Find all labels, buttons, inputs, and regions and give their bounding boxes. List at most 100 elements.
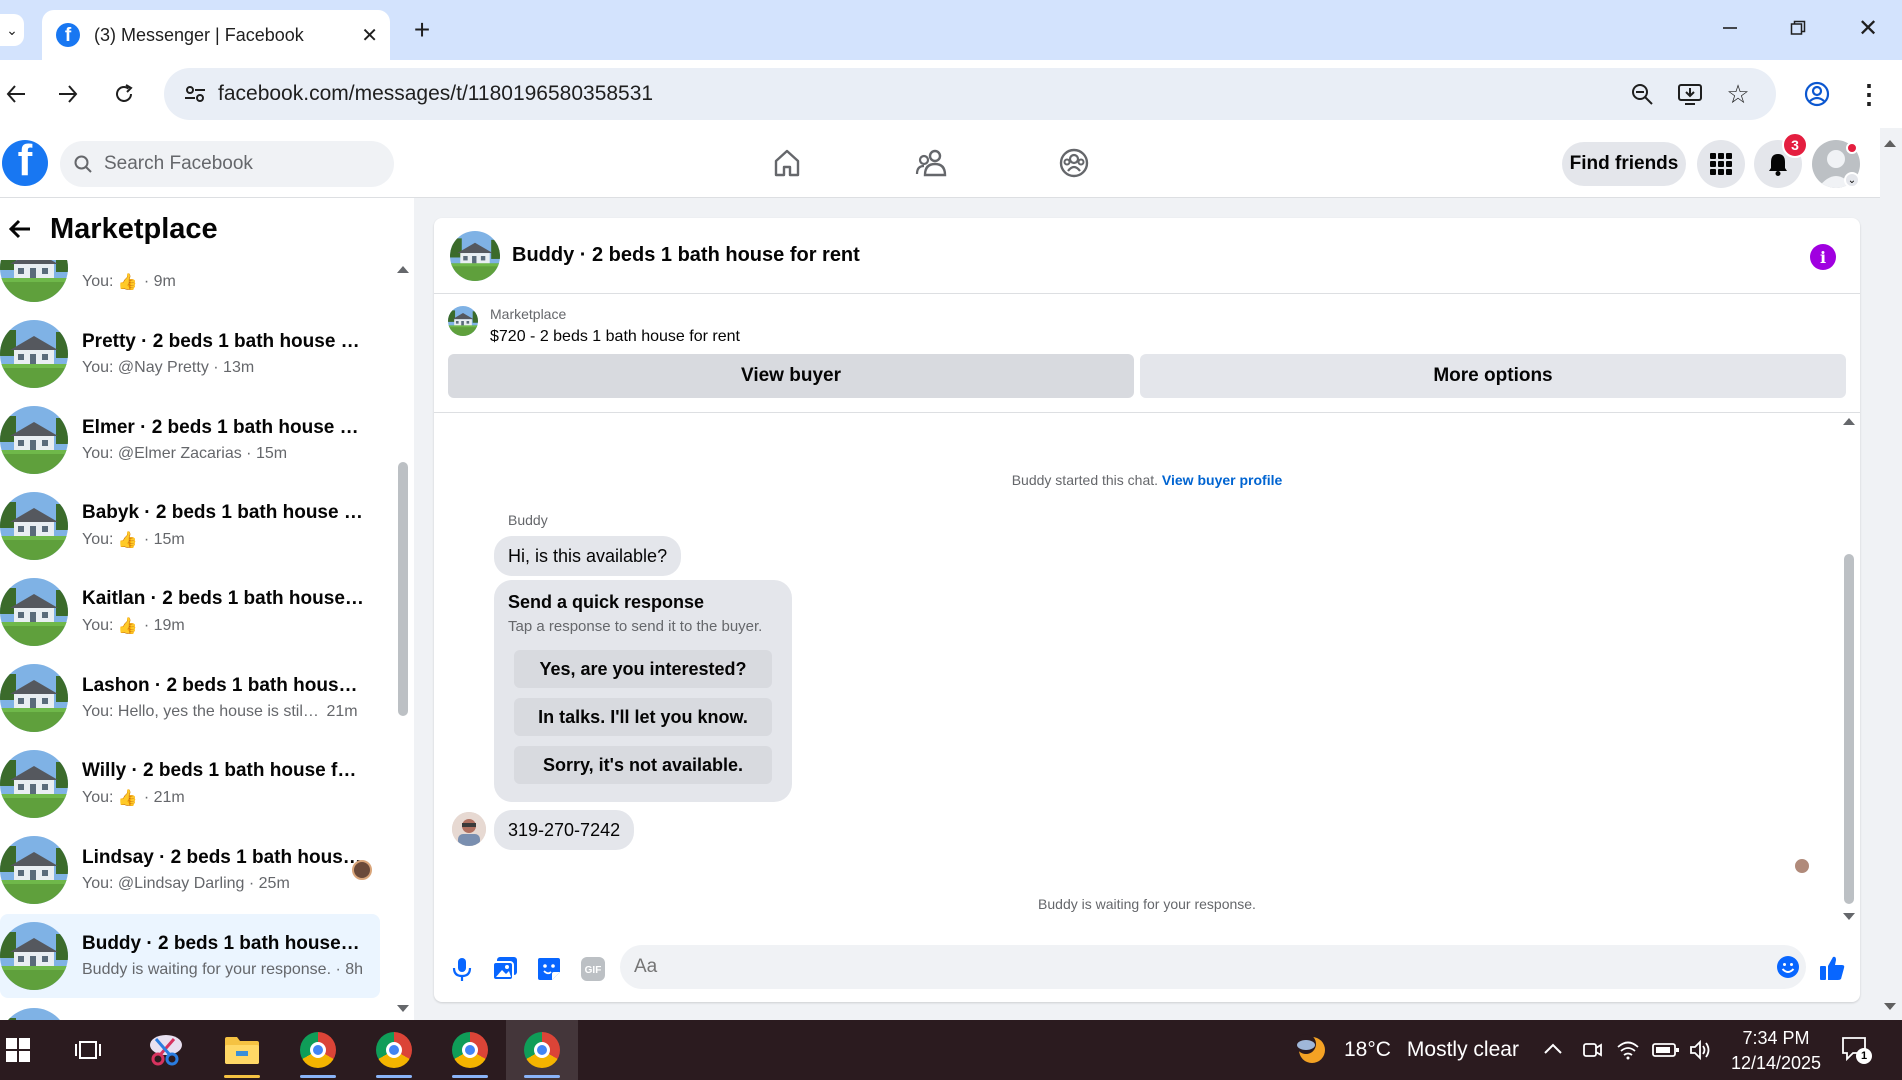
- chat-listing-avatar[interactable]: [450, 230, 500, 281]
- chat-title[interactable]: Buddy · 2 beds 1 bath house for rent: [512, 244, 860, 267]
- gif-icon[interactable]: GIF: [580, 956, 606, 982]
- list-scroll-up-icon[interactable]: [396, 262, 410, 274]
- tab-search-chevron-icon[interactable]: ⌄: [0, 14, 24, 46]
- conversation-kaitlan[interactable]: Kaitlan · 2 beds 1 bath house fo... You:…: [0, 570, 380, 654]
- chrome-app-profile-3[interactable]: [506, 1020, 578, 1080]
- browser-tab[interactable]: f (3) Messenger | Facebook ✕: [42, 10, 390, 60]
- bookmark-star-icon[interactable]: ☆: [1724, 79, 1752, 109]
- sticker-icon[interactable]: [536, 956, 562, 982]
- notification-center-button[interactable]: 1: [1840, 1034, 1872, 1066]
- conversation-name: Lindsay · 2 beds 1 bath house...: [82, 847, 364, 868]
- forward-icon[interactable]: [52, 76, 84, 112]
- show-hidden-icons-chevron-icon[interactable]: [1542, 1038, 1566, 1062]
- notification-badge: 3: [1782, 132, 1808, 158]
- file-explorer-app[interactable]: [210, 1020, 274, 1080]
- meet-now-icon[interactable]: [1580, 1038, 1604, 1062]
- page-scroll-down-icon[interactable]: [1882, 1000, 1898, 1012]
- chrome-icon: [452, 1032, 488, 1068]
- snipping-tool-app[interactable]: [134, 1020, 198, 1080]
- site-info-icon[interactable]: [182, 81, 208, 107]
- battery-icon[interactable]: [1652, 1038, 1680, 1062]
- close-window-icon[interactable]: ✕: [1850, 10, 1886, 46]
- chrome-menu-icon[interactable]: ⋮: [1852, 76, 1886, 112]
- info-icon[interactable]: i: [1810, 244, 1836, 270]
- menu-grid-button[interactable]: [1697, 140, 1745, 188]
- task-view-button[interactable]: [58, 1020, 118, 1080]
- conversation-lashon[interactable]: Lashon · 2 beds 1 bath house fo... You: …: [0, 656, 380, 740]
- listing-thumbnail: [0, 492, 68, 560]
- conversation-partial[interactable]: [0, 1000, 380, 1020]
- home-nav-icon[interactable]: [768, 144, 806, 182]
- chat-scrollbar[interactable]: [1844, 554, 1854, 904]
- conversation-elmer[interactable]: Elmer · 2 beds 1 bath house for ... You:…: [0, 398, 380, 482]
- conversation-buddy[interactable]: Buddy · 2 beds 1 bath house for... Buddy…: [0, 914, 380, 998]
- conversation-list-scrollbar[interactable]: [398, 462, 408, 716]
- chat-scroll-down-icon[interactable]: [1842, 910, 1856, 922]
- listing-summary[interactable]: Marketplace $720 - 2 beds 1 bath house f…: [448, 306, 740, 345]
- conversation-preview: You: @Nay Pretty: [82, 359, 209, 376]
- chat-started-notice: Buddy started this chat. View buyer prof…: [434, 472, 1860, 488]
- microphone-icon[interactable]: [450, 956, 474, 982]
- more-options-button[interactable]: More options: [1140, 354, 1846, 398]
- quick-response-in-talks-button[interactable]: In talks. I'll let you know.: [514, 698, 772, 736]
- quick-response-not-available-button[interactable]: Sorry, it's not available.: [514, 746, 772, 784]
- windows-taskbar: 18°C Mostly clear 7:34 PM 12/14/2025 1: [0, 1020, 1902, 1080]
- chat-scroll-up-icon[interactable]: [1842, 414, 1856, 426]
- message-input[interactable]: [634, 956, 1734, 978]
- conversation-lindsay[interactable]: Lindsay · 2 beds 1 bath house... You: @L…: [0, 828, 380, 912]
- quick-response-yes-button[interactable]: Yes, are you interested?: [514, 650, 772, 688]
- svg-text:GIF: GIF: [585, 965, 602, 976]
- like-send-icon[interactable]: [1818, 954, 1846, 982]
- message-bubble[interactable]: 319-270-7242: [494, 810, 635, 850]
- back-arrow-icon[interactable]: [8, 218, 34, 242]
- install-app-icon[interactable]: [1676, 80, 1704, 108]
- taskbar-clock[interactable]: 7:34 PM 12/14/2025: [1720, 1026, 1832, 1076]
- listing-label: Marketplace: [490, 306, 567, 322]
- address-bar[interactable]: facebook.com/messages/t/1180196580358531…: [164, 68, 1776, 120]
- profile-icon[interactable]: [1800, 76, 1834, 112]
- volume-icon[interactable]: [1688, 1038, 1712, 1062]
- conversation-willy[interactable]: Willy · 2 beds 1 bath house for r... You…: [0, 742, 380, 826]
- chrome-app-profile-1[interactable]: [362, 1020, 426, 1080]
- find-friends-button[interactable]: Find friends: [1562, 142, 1686, 186]
- page-scroll-up-icon[interactable]: [1882, 136, 1898, 148]
- chrome-icon: [524, 1032, 560, 1068]
- chrome-app-profile-2[interactable]: [438, 1020, 502, 1080]
- emoji-icon[interactable]: [1776, 955, 1800, 979]
- restore-icon[interactable]: [1780, 10, 1816, 46]
- marketplace-title: Marketplace: [50, 212, 218, 245]
- conversation-time: 8h: [345, 961, 364, 978]
- search-facebook-input[interactable]: Search Facebook: [60, 141, 394, 187]
- message-bubble[interactable]: Hi, is this available?: [494, 536, 682, 576]
- facebook-header: f Search Facebook Find friends 3 ⌄: [0, 128, 1880, 198]
- facebook-logo-icon[interactable]: f: [2, 140, 48, 186]
- wifi-icon[interactable]: [1616, 1038, 1640, 1062]
- reload-icon[interactable]: [106, 76, 142, 112]
- message-input-container[interactable]: [620, 945, 1806, 989]
- back-icon[interactable]: [0, 76, 32, 112]
- new-tab-icon[interactable]: +: [406, 14, 438, 46]
- listing-thumbnail: [0, 578, 68, 646]
- groups-nav-icon[interactable]: [1055, 144, 1093, 182]
- zoom-icon[interactable]: [1628, 80, 1656, 108]
- friends-nav-icon[interactable]: [912, 144, 950, 182]
- account-menu-chevron-icon[interactable]: ⌄: [1844, 172, 1860, 188]
- buyer-avatar[interactable]: [452, 812, 486, 846]
- task-view-icon: [75, 1041, 101, 1059]
- minimize-icon[interactable]: [1712, 10, 1748, 46]
- conversation-pretty[interactable]: Pretty · 2 beds 1 bath house for ... You…: [0, 312, 380, 396]
- conversation-babyk[interactable]: Babyk · 2 beds 1 bath house for ... You:…: [0, 484, 380, 568]
- facebook-favicon-icon: f: [56, 23, 80, 47]
- read-receipt-avatar: [1794, 858, 1810, 874]
- photo-icon[interactable]: [492, 956, 518, 982]
- tab-close-icon[interactable]: ✕: [361, 23, 378, 48]
- chrome-app-m[interactable]: [286, 1020, 350, 1080]
- view-buyer-button[interactable]: View buyer: [448, 354, 1134, 398]
- conversation-time: 21m: [326, 703, 358, 720]
- clock-time: 7:34 PM: [1742, 1028, 1810, 1048]
- view-buyer-profile-link[interactable]: View buyer profile: [1162, 472, 1282, 488]
- weather-widget[interactable]: 18°C Mostly clear: [1294, 1020, 1519, 1080]
- list-scroll-down-icon[interactable]: [396, 1002, 410, 1014]
- start-button[interactable]: [0, 1020, 36, 1080]
- listing-small-thumbnail: [448, 306, 478, 336]
